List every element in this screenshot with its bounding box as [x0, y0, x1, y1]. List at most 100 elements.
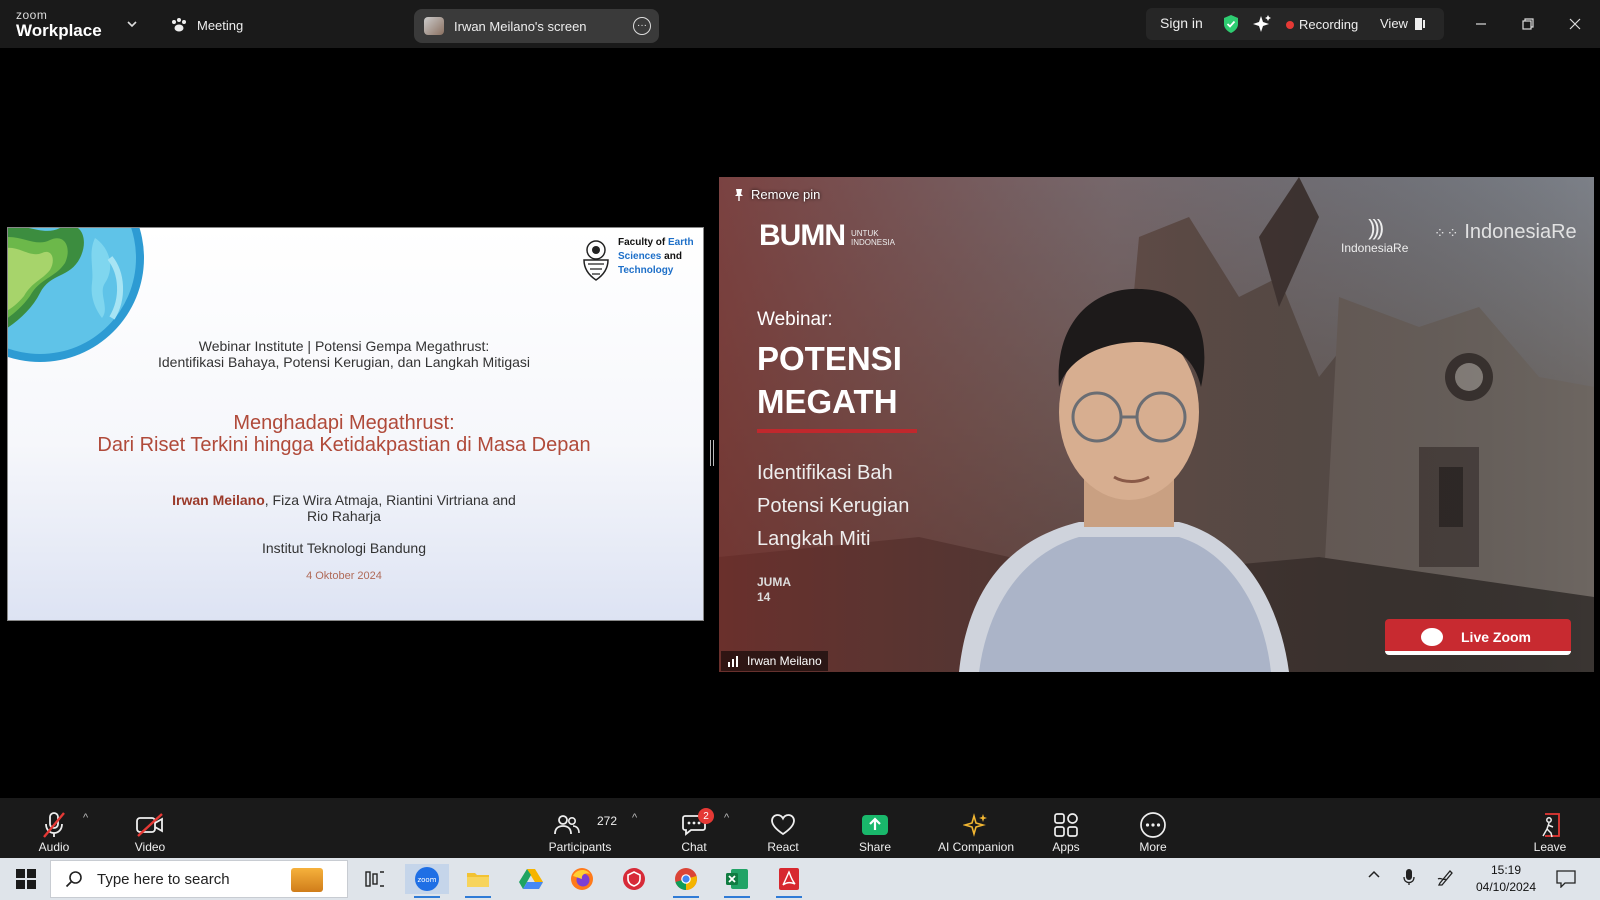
brand-big-text: Workplace — [16, 21, 102, 40]
task-view-icon[interactable] — [360, 864, 390, 894]
audio-button[interactable]: Audio — [34, 804, 74, 854]
security-app-icon[interactable] — [619, 864, 649, 894]
video-off-icon — [134, 810, 166, 840]
participants-button[interactable]: Participants — [545, 804, 615, 854]
leave-button[interactable]: Leave — [1530, 804, 1570, 854]
slide-title-line1: Menghadapi Megathrust: — [233, 412, 455, 434]
windows-taskbar: Type here to search zoom 15:19 04/10/202… — [0, 858, 1600, 900]
slide-title: Menghadapi Megathrust: Dari Riset Terkin… — [8, 412, 680, 456]
tray-overflow-chevron-icon[interactable] — [1367, 868, 1381, 885]
participants-label: Participants — [548, 840, 612, 854]
chat-options-caret-icon[interactable]: ^ — [724, 812, 729, 824]
slide-authors: Irwan Meilano, Fiza Wira Atmaja, Riantin… — [8, 492, 680, 524]
chrome-icon[interactable] — [671, 864, 701, 898]
react-button[interactable]: React — [763, 804, 803, 854]
restore-icon[interactable] — [1517, 13, 1539, 35]
indonesiare-big-text: IndonesiaRe — [1464, 221, 1577, 243]
windows-start-icon[interactable] — [16, 869, 36, 889]
ai-companion-sparkle-icon — [960, 810, 992, 840]
close-icon[interactable] — [1564, 13, 1586, 35]
chat-button[interactable]: 2 Chat — [674, 804, 714, 854]
participant-name: Irwan Meilano — [747, 654, 822, 668]
share-button[interactable]: Share — [855, 804, 895, 854]
chat-icon: 2 — [678, 808, 714, 840]
shared-screen-slide[interactable]: Faculty of Earth Sciences and Technology… — [7, 227, 704, 621]
faculty-line2-black: and — [661, 251, 682, 262]
audio-options-caret-icon[interactable]: ^ — [83, 812, 88, 824]
minimize-icon[interactable] — [1470, 13, 1492, 35]
react-label: React — [767, 840, 799, 854]
leave-label: Leave — [1533, 840, 1567, 854]
shield-icon[interactable] — [1222, 14, 1240, 34]
apps-grid-icon — [1050, 810, 1082, 840]
file-explorer-icon[interactable] — [463, 864, 493, 898]
indonesiare-small-text: IndonesiaRe — [1341, 241, 1409, 255]
clock-time: 15:19 — [1490, 863, 1522, 877]
recording-indicator[interactable]: Recording — [1286, 17, 1358, 32]
remove-pin-button[interactable]: Remove pin — [733, 187, 820, 202]
more-button[interactable]: More — [1133, 804, 1173, 854]
chat-label: Chat — [681, 840, 707, 854]
search-placeholder: Type here to search — [97, 870, 230, 888]
search-icon — [65, 871, 82, 888]
bumn-sub-line2: INDONESIA — [851, 238, 896, 247]
sign-in-button[interactable]: Sign in — [1160, 15, 1203, 31]
pinned-video-tile[interactable]: Remove pin BUMN UNTUK INDONESIA ))) Indo… — [719, 177, 1594, 672]
zoom-taskbar-icon[interactable]: zoom — [405, 864, 449, 898]
accent-line — [757, 429, 917, 433]
slide-subtitle-line2: Identifikasi Bahaya, Potensi Kerugian, d… — [157, 354, 530, 370]
ai-companion-label: AI Companion — [937, 840, 1015, 854]
itb-seal-icon — [583, 240, 609, 281]
slide-institution: Institut Teknologi Bandung — [262, 540, 426, 556]
participants-icon — [551, 810, 583, 840]
slide-subtitle-line1: Webinar Institute | Potensi Gempa Megath… — [198, 338, 490, 354]
webinar-date-line1: JUMA — [757, 575, 792, 589]
excel-icon[interactable] — [722, 864, 752, 898]
acrobat-icon[interactable] — [774, 864, 804, 898]
ai-sparkle-icon[interactable] — [1252, 14, 1272, 34]
indonesiare-logo: ))) IndonesiaRe — [1341, 215, 1408, 255]
chevron-down-icon[interactable] — [125, 17, 139, 31]
live-zoom-label: Live Zoom — [1461, 629, 1532, 645]
webinar-description: Identifikasi Bah Potensi Kerugian Langka… — [757, 457, 909, 556]
active-indicator — [673, 896, 699, 898]
meeting-button[interactable]: Meeting — [170, 12, 243, 38]
webinar-title-line1: POTENSI — [757, 340, 902, 377]
screen-share-indicator[interactable]: Irwan Meilano's screen ··· — [414, 9, 659, 43]
webinar-desc-line1: Identifikasi Bah — [757, 462, 893, 484]
google-drive-icon[interactable] — [516, 864, 546, 894]
faculty-line1-black: Faculty of — [618, 237, 669, 248]
ai-companion-button[interactable]: AI Companion — [935, 804, 1017, 854]
taskbar-clock[interactable]: 15:19 04/10/2024 — [1466, 862, 1546, 896]
webinar-title-line2: MEGATH — [757, 383, 898, 420]
view-button[interactable]: View — [1380, 16, 1426, 31]
participants-options-caret-icon[interactable]: ^ — [632, 812, 637, 824]
bumn-logo-text: BUMN — [759, 219, 846, 252]
indonesiare-institute-logo: ⁘⁘ IndonesiaRe — [1434, 221, 1577, 244]
meeting-toolbar: Audio ^ Video Participants 272 ^ 2 Chat … — [0, 798, 1600, 858]
recording-label: Recording — [1299, 17, 1359, 32]
video-button[interactable]: Video — [130, 804, 170, 854]
taskbar-search-box[interactable]: Type here to search — [50, 860, 348, 898]
paw-icon — [172, 18, 186, 32]
webinar-desc-line3: Langkah Miti — [757, 528, 871, 550]
active-indicator — [724, 896, 750, 898]
view-layout-icon — [1414, 17, 1425, 30]
lead-author: Irwan Meilano — [172, 492, 265, 508]
clock-date: 04/10/2024 — [1475, 880, 1537, 894]
share-screen-icon — [859, 810, 891, 840]
more-options-icon[interactable]: ··· — [633, 17, 651, 35]
faculty-line3-blue: Technology — [618, 265, 674, 276]
apps-button[interactable]: Apps — [1046, 804, 1086, 854]
chat-unread-badge: 2 — [698, 808, 714, 824]
notifications-icon[interactable] — [1556, 870, 1576, 891]
live-zoom-badge: Live Zoom — [1385, 619, 1571, 655]
pen-tray-icon[interactable] — [1437, 868, 1455, 889]
split-resize-handle[interactable] — [710, 440, 714, 466]
dot-grid-icon: ⁘⁘ — [1434, 225, 1465, 241]
participants-count: 272 — [597, 814, 618, 828]
microphone-tray-icon[interactable] — [1402, 868, 1416, 889]
zoom-window: zoom Workplace Meeting Irwan Meilano's s… — [0, 0, 1600, 900]
top-bar: zoom Workplace Meeting Irwan Meilano's s… — [0, 0, 1600, 48]
firefox-icon[interactable] — [567, 864, 597, 894]
